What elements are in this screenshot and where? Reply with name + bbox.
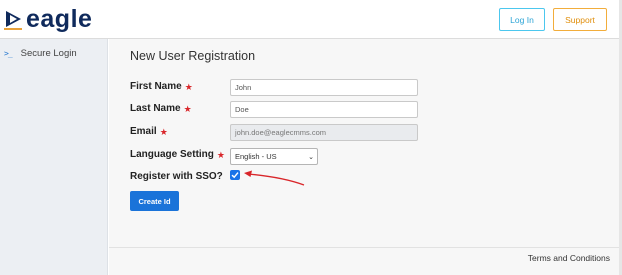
- page-title: New User Registration: [130, 49, 256, 63]
- sidebar-item-label: Secure Login: [20, 48, 77, 59]
- eagle-logo-icon: [4, 8, 24, 30]
- email-field: john.doe@eaglecmms.com: [230, 124, 418, 141]
- language-select-value: English - US: [235, 152, 277, 161]
- terms-link[interactable]: Terms and Conditions: [528, 253, 610, 263]
- language-label: Language Setting ★: [130, 149, 225, 160]
- sso-checkbox[interactable]: [230, 170, 240, 180]
- required-star-icon: ★: [216, 150, 225, 160]
- annotation-arrow-icon: [242, 169, 306, 192]
- required-star-icon: ★: [184, 82, 193, 92]
- terminal-icon: >_: [4, 49, 13, 58]
- required-star-icon: ★: [183, 104, 192, 114]
- first-name-label: First Name ★: [130, 81, 193, 92]
- support-button[interactable]: Support: [553, 8, 607, 31]
- language-select[interactable]: English - US ⌄: [230, 148, 318, 165]
- required-star-icon: ★: [159, 127, 168, 137]
- logo-text: eagle: [26, 5, 93, 33]
- email-label: Email ★: [130, 126, 168, 137]
- first-name-input[interactable]: John: [230, 79, 418, 96]
- eagle-logo[interactable]: eagle: [4, 6, 92, 32]
- registration-panel: New User Registration First Name ★ John L…: [109, 39, 622, 275]
- footer-divider: [109, 247, 622, 248]
- sidebar: >_ Secure Login: [0, 39, 108, 275]
- sidebar-item-secure-login[interactable]: >_ Secure Login: [4, 48, 77, 59]
- last-name-label: Last Name ★: [130, 103, 192, 114]
- chevron-down-icon: ⌄: [308, 153, 314, 161]
- top-header: eagle Log In Support: [0, 0, 622, 39]
- last-name-input[interactable]: Doe: [230, 101, 418, 118]
- create-id-button[interactable]: Create Id: [130, 191, 179, 211]
- checkmark-icon: [231, 172, 239, 179]
- login-button[interactable]: Log In: [499, 8, 545, 31]
- sso-label: Register with SSO?: [130, 171, 223, 182]
